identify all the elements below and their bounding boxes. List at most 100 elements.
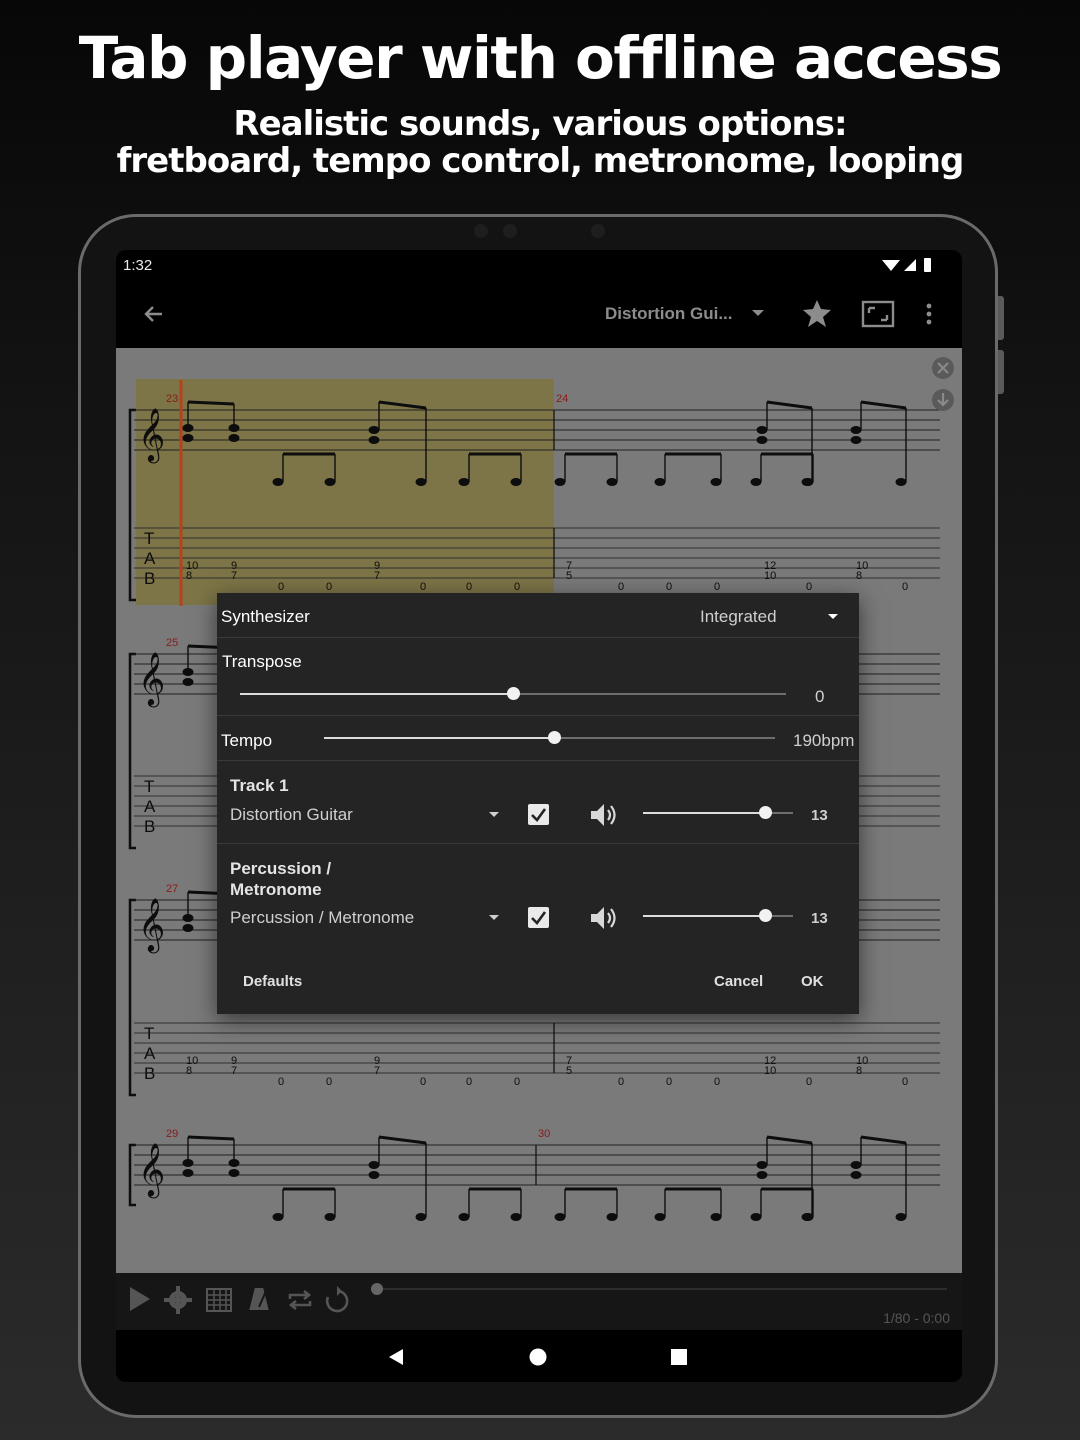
transpose-label: Transpose [222, 652, 302, 671]
note-head [756, 1161, 768, 1169]
progress-thumb[interactable] [371, 1283, 383, 1295]
note-head [756, 436, 768, 444]
note-head [368, 1171, 380, 1179]
chevron-down-icon[interactable] [752, 310, 764, 316]
tab-clef-letter: B [144, 817, 155, 836]
nav-recents-icon[interactable] [670, 1348, 688, 1366]
system-nav-bar [116, 1330, 962, 1382]
ok-button[interactable]: OK [801, 973, 824, 990]
volume-slider-thumb[interactable] [758, 909, 772, 922]
loop-icon[interactable] [286, 1287, 314, 1313]
nav-home-icon[interactable] [528, 1347, 548, 1367]
tab-fret-number: 8 [856, 570, 862, 582]
download-icon[interactable] [931, 388, 955, 412]
fullscreen-icon[interactable] [861, 300, 895, 328]
note-beam [378, 1135, 427, 1145]
chevron-down-icon[interactable] [489, 812, 499, 817]
note-head [801, 478, 813, 486]
track-selector-title[interactable]: Distortion Gui... [605, 304, 733, 324]
note-head [228, 1169, 240, 1177]
player-controls: 1/80 - 0:00 [116, 1273, 962, 1330]
tab-fret-number: 0 [514, 581, 520, 593]
volume-icon[interactable] [589, 904, 619, 932]
tab-fret-number: 0 [326, 1076, 332, 1088]
transpose-slider-thumb[interactable] [507, 687, 520, 700]
note-beam [378, 400, 427, 410]
note-head [554, 478, 566, 486]
signal-icon [904, 259, 916, 271]
cancel-button[interactable]: Cancel [714, 973, 763, 990]
tab-clef-letter: T [144, 777, 154, 796]
status-icons [882, 258, 931, 272]
settings-gear-icon[interactable] [163, 1285, 193, 1315]
defaults-button[interactable]: Defaults [243, 973, 302, 990]
status-time: 1:32 [123, 257, 153, 274]
track-volume-slider[interactable] [643, 909, 793, 922]
note-head [895, 1213, 907, 1221]
note-head [750, 1213, 762, 1221]
tab-fret-number: 0 [806, 1076, 812, 1088]
overflow-menu-icon[interactable] [923, 302, 935, 328]
track-volume-value: 13 [811, 807, 828, 824]
track-enabled-checkbox[interactable] [528, 804, 549, 825]
tab-fret-number: 0 [466, 581, 472, 593]
metronome-icon[interactable] [246, 1285, 272, 1313]
instrument-select[interactable]: Percussion / Metronome [230, 908, 414, 928]
note-head [654, 1213, 666, 1221]
tab-fret-number: 8 [186, 570, 192, 582]
power-button [998, 296, 1004, 340]
synthesizer-label: Synthesizer [221, 607, 310, 626]
tab-clef-letter: B [144, 1064, 155, 1083]
volume-icon[interactable] [589, 801, 619, 829]
note-head [368, 436, 380, 444]
nav-back-icon[interactable] [386, 1347, 406, 1367]
track-volume-slider[interactable] [643, 806, 793, 819]
tab-fret-number: 0 [666, 581, 672, 593]
note-head [324, 478, 336, 486]
transpose-value: 0 [815, 687, 825, 706]
tab-fret-number: 10 [764, 1065, 776, 1077]
note-head [850, 426, 862, 434]
note-head [750, 478, 762, 486]
back-arrow-icon[interactable] [142, 302, 166, 326]
note-head [606, 1213, 618, 1221]
expand-icon[interactable] [931, 356, 955, 380]
progress-track[interactable] [377, 1288, 947, 1290]
note-head [756, 426, 768, 434]
note-head [415, 1213, 427, 1221]
treble-clef-icon: 𝄞 [138, 407, 165, 463]
chevron-down-icon[interactable] [828, 614, 838, 619]
note-head [458, 478, 470, 486]
treble-clef-icon: 𝄞 [138, 651, 165, 707]
fretboard-icon[interactable] [205, 1287, 233, 1313]
transpose-slider[interactable] [240, 687, 786, 700]
instrument-select[interactable]: Distortion Guitar [230, 805, 353, 825]
tab-clef-letter: A [144, 797, 156, 816]
track-enabled-checkbox[interactable] [528, 907, 549, 928]
note-head [606, 478, 618, 486]
subline-1: Realistic sounds, various options: [233, 104, 847, 144]
synthesizer-select[interactable]: Integrated [700, 607, 777, 627]
play-icon[interactable] [128, 1285, 152, 1313]
countdown-icon[interactable] [324, 1285, 350, 1315]
note-beam [766, 400, 813, 410]
tab-clef-letter: A [144, 549, 156, 568]
note-head [895, 478, 907, 486]
note-head [272, 1213, 284, 1221]
track-row: Track 1 Distortion Guitar 13 [217, 761, 859, 843]
note-head [324, 1213, 336, 1221]
measure-number: 23 [166, 393, 178, 405]
tab-fret-number: 0 [806, 581, 812, 593]
volume-slider-thumb[interactable] [758, 806, 772, 819]
note-beam [187, 400, 235, 406]
tab-fret-number: 0 [618, 1076, 624, 1088]
tempo-slider[interactable] [324, 731, 775, 744]
wifi-icon [882, 260, 900, 271]
chevron-down-icon[interactable] [489, 915, 499, 920]
tempo-slider-thumb[interactable] [548, 731, 561, 744]
note-head [510, 478, 522, 486]
tab-clef-letter: A [144, 1044, 156, 1063]
note-head [228, 434, 240, 442]
star-icon[interactable] [801, 298, 833, 328]
note-head [850, 1161, 862, 1169]
